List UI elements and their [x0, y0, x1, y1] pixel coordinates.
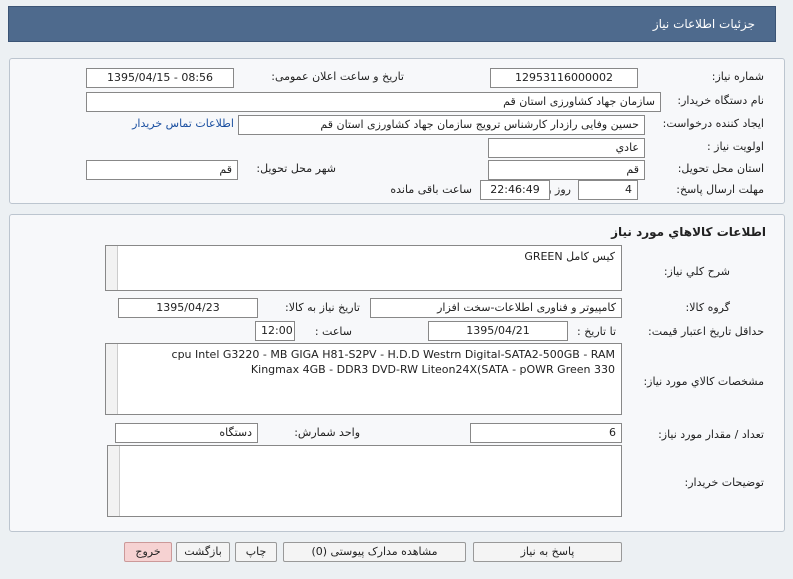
creator-field: حسین وفایی رازدار کارشناس ترویج سازمان ج… [238, 115, 645, 135]
announce-datetime-label: تاریخ و ساعت اعلان عمومی: [271, 70, 404, 83]
need-date-field: 1395/04/23 [118, 298, 258, 318]
spec-label: مشخصات كالاي مورد نياز: [643, 375, 764, 388]
group-field: کامپیوتر و فناوری اطلاعات-سخت افزار [370, 298, 622, 318]
attachments-button[interactable]: مشاهده مدارک پیوستی (0) [283, 542, 466, 562]
print-button[interactable]: چاپ [235, 542, 277, 562]
unit-label: واحد شمارش: [294, 426, 360, 439]
creator-label: ایجاد کننده درخواست: [662, 117, 764, 130]
page-header: جزئیات اطلاعات نیاز [8, 6, 776, 42]
time-label: ساعت : [314, 325, 352, 338]
need-number-label: شماره نیاز: [711, 70, 764, 83]
buyer-notes-scrollbar[interactable] [108, 446, 120, 516]
min-validity-label: حداقل تاریخ اعتبار قیمت: [648, 325, 764, 338]
qty-label: تعداد / مقدار مورد نیاز: [658, 428, 764, 441]
unit-field: دستگاه [115, 423, 258, 443]
remaining-time-field: 22:46:49 [480, 180, 550, 200]
buyer-notes-label: توضیحات خریدار: [684, 476, 765, 489]
city-field: قم [86, 160, 238, 180]
spec-field: cpu Intel G3220 - MB GIGA H81-S2PV - H.D… [105, 343, 622, 415]
need-number-field: 12953116000002 [490, 68, 638, 88]
back-button[interactable]: بازگشت [176, 542, 230, 562]
city-label: شهر محل تحویل: [256, 162, 336, 175]
buyer-contact-link[interactable]: اطلاعات تماس خریدار [132, 117, 234, 130]
reply-button[interactable]: پاسخ به نیاز [473, 542, 622, 562]
group-label: گروه کالا: [685, 301, 730, 314]
spec-text: cpu Intel G3220 - MB GIGA H81-S2PV - H.D… [171, 348, 615, 376]
spec-scrollbar[interactable] [106, 344, 118, 414]
goods-info-panel: اطلاعات كالاهاي مورد نياز شرح کلي نياز: … [9, 214, 785, 532]
to-date-field: 1395/04/21 [428, 321, 568, 341]
deadline-label: مهلت ارسال پاسخ: [676, 183, 764, 196]
announce-datetime-field: 1395/04/15 - 08:56 [86, 68, 234, 88]
need-date-label: تاریخ نیاز به کالا: [285, 301, 360, 314]
summary-field: کیس کامل GREEN [105, 245, 622, 291]
exit-button[interactable]: خروج [124, 542, 172, 562]
priority-label: اولویت نیاز : [706, 140, 764, 153]
days-field: 4 [578, 180, 638, 200]
need-info-panel: شماره نیاز: 12953116000002 تاریخ و ساعت … [9, 58, 785, 204]
to-date-label: تا تاریخ : [577, 325, 616, 338]
summary-label: شرح کلي نياز: [663, 265, 730, 278]
buyer-org-field: سازمان جهاد کشاورزی استان قم [86, 92, 661, 112]
summary-scrollbar[interactable] [106, 246, 118, 290]
time-field: 12:00 [255, 321, 295, 341]
summary-text: کیس کامل GREEN [524, 250, 615, 263]
page-title: جزئیات اطلاعات نیاز [652, 17, 755, 31]
province-label: استان محل تحویل: [677, 162, 764, 175]
qty-field: 6 [470, 423, 622, 443]
goods-section-title: اطلاعات كالاهاي مورد نياز [611, 225, 766, 239]
remaining-label: ساعت باقی مانده [390, 183, 472, 196]
buyer-org-label: نام دستگاه خریدار: [677, 94, 764, 107]
priority-field: عادي [488, 138, 645, 158]
province-field: قم [488, 160, 645, 180]
buyer-notes-field [107, 445, 622, 517]
